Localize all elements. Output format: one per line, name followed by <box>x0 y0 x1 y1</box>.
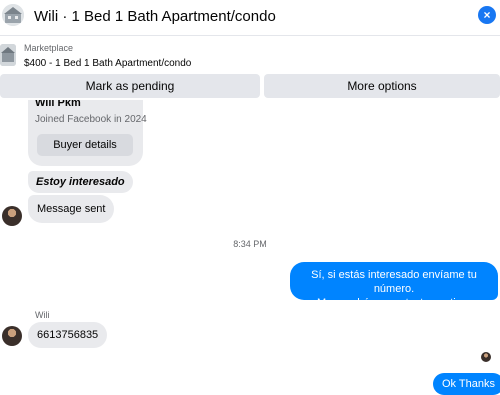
conversation-title: Wili · 1 Bed 1 Bath Apartment/condo <box>34 8 276 25</box>
message-bubble-incoming: Estoy interesado <box>28 171 133 193</box>
listing-price-title: $400 - 1 Bed 1 Bath Apartment/condo <box>24 58 192 69</box>
close-icon[interactable]: × <box>478 6 496 24</box>
message-bubble-incoming: 6613756835 <box>28 322 108 348</box>
seen-receipt-avatar <box>481 352 491 362</box>
listing-source-label: Marketplace <box>24 43 74 53</box>
buyer-joined-text: Joined Facebook in 2024 <box>35 114 147 125</box>
buyer-name: Wili Pkm <box>35 100 81 109</box>
house-thumbnail-icon[interactable] <box>2 4 24 26</box>
mark-as-pending-button[interactable]: Mark as pending <box>0 74 260 98</box>
message-text-line: Sí, si estás interesado envíame tu númer… <box>311 269 477 295</box>
sender-name-label: Wili <box>35 310 50 320</box>
avatar[interactable] <box>2 326 22 346</box>
avatar[interactable] <box>2 206 22 226</box>
conversation-header: Wili · 1 Bed 1 Bath Apartment/condo × <box>0 0 500 36</box>
buyer-details-button[interactable]: Buyer details <box>37 134 133 156</box>
message-bubble-outgoing: Sí, si estás interesado envíame tu númer… <box>290 262 498 309</box>
more-options-button[interactable]: More options <box>264 74 500 98</box>
message-timestamp: 8:34 PM <box>233 239 267 249</box>
buyer-profile-card: Wili Pkm Joined Facebook in 2024 Buyer d… <box>28 100 147 166</box>
listing-thumbnail-icon <box>0 44 16 66</box>
marketplace-listing[interactable]: Marketplace $400 - 1 Bed 1 Bath Apartmen… <box>0 38 500 72</box>
message-bubble-incoming: Message sent <box>28 195 115 223</box>
message-bubble-outgoing: Ok Thanks <box>433 373 500 395</box>
message-text-line: Me pondré en contacto contigo. <box>316 297 472 309</box>
